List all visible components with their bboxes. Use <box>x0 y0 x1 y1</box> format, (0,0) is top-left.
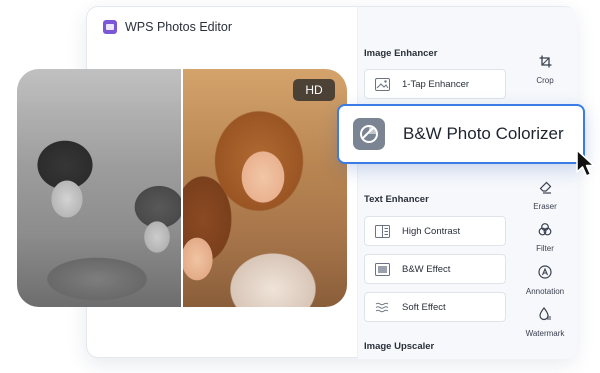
sidebar-item-crop[interactable]: Crop <box>512 55 578 85</box>
colorizer-icon <box>353 118 385 150</box>
bw-photo-half <box>17 69 182 307</box>
tools-panel: Image Enhancer 1-Tap Enhancer Text Enhan… <box>357 7 577 359</box>
sidebar-item-annotation[interactable]: Annotation <box>512 265 578 296</box>
tool-high-contrast[interactable]: High Contrast <box>364 216 506 246</box>
eraser-icon <box>539 181 552 199</box>
app-title: WPS Photos Editor <box>125 20 232 34</box>
tools-sidebar: Crop Eraser Filter Annotation Watermark <box>512 7 578 359</box>
popout-label: B&W Photo Colorizer <box>403 124 564 143</box>
bw-photo-colorizer-button[interactable]: B&W Photo Colorizer <box>337 104 585 164</box>
tool-label: 1-Tap Enhancer <box>402 78 470 90</box>
tool-bw-effect[interactable]: B&W Effect <box>364 254 506 284</box>
crop-icon <box>539 55 552 73</box>
image-enhance-icon <box>375 77 390 91</box>
sidebar-item-filter[interactable]: Filter <box>512 223 578 253</box>
hd-badge: HD <box>293 79 335 101</box>
sidebar-item-label: Crop <box>536 76 554 85</box>
sidebar-item-watermark[interactable]: Watermark <box>512 307 578 338</box>
filter-icon <box>538 223 552 241</box>
sidebar-item-label: Watermark <box>525 329 565 338</box>
section-title-text-enhancer: Text Enhancer <box>364 194 429 205</box>
sidebar-item-label: Filter <box>536 244 554 253</box>
tool-label: High Contrast <box>402 225 461 237</box>
tool-label: Soft Effect <box>402 301 446 313</box>
app-logo-icon <box>103 20 117 34</box>
tool-soft-effect[interactable]: Soft Effect <box>364 292 506 322</box>
stage: WPS Photos Editor Image Enhancer 1-Tap E… <box>0 0 600 373</box>
section-title-image-enhancer: Image Enhancer <box>364 48 438 59</box>
sidebar-item-label: Eraser <box>533 202 557 211</box>
contrast-icon <box>375 224 390 238</box>
annotation-icon <box>538 265 552 284</box>
title-bar: WPS Photos Editor <box>103 20 232 34</box>
before-after-photo: HD <box>17 69 347 307</box>
sidebar-item-label: Annotation <box>525 287 565 296</box>
watermark-icon <box>538 307 552 326</box>
section-title-image-upscaler: Image Upscaler <box>364 341 435 352</box>
mouse-cursor-icon <box>576 149 595 177</box>
colorized-photo-half <box>183 69 347 307</box>
tool-label: B&W Effect <box>402 263 451 275</box>
sidebar-item-eraser[interactable]: Eraser <box>512 181 578 211</box>
compare-divider[interactable] <box>181 69 183 307</box>
bw-effect-icon <box>375 262 390 276</box>
tool-1-tap-enhancer[interactable]: 1-Tap Enhancer <box>364 69 506 99</box>
soft-effect-icon <box>375 301 390 314</box>
